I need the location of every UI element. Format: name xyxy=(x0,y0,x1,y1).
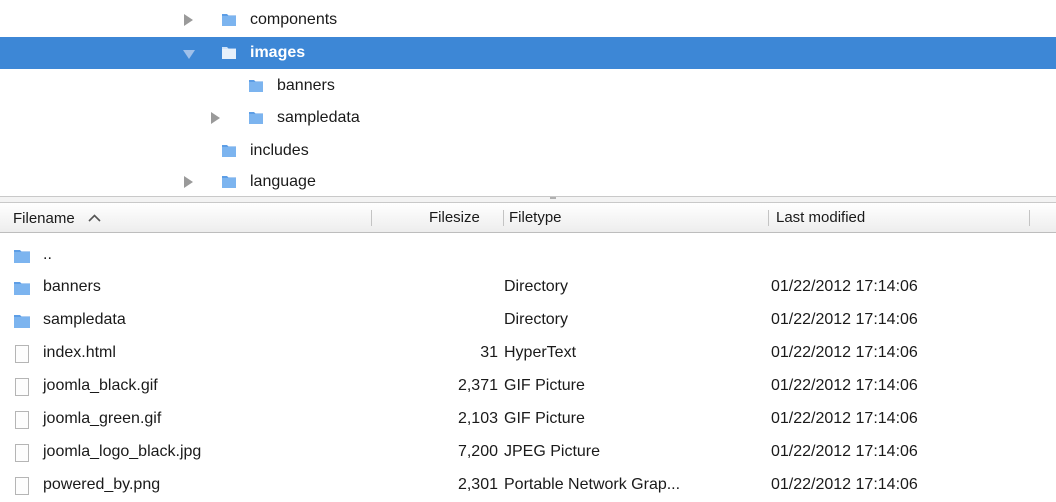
file-row[interactable]: joomla_green.gif 2,103 GIF Picture 01/22… xyxy=(0,403,1056,436)
file-type: JPEG Picture xyxy=(504,443,601,460)
collapse-arrow-icon[interactable] xyxy=(183,50,195,59)
file-size: 2,371 xyxy=(457,377,498,394)
column-divider[interactable] xyxy=(768,210,769,226)
tree-item-label: includes xyxy=(250,142,309,159)
folder-icon xyxy=(221,45,237,60)
splitter-grip-icon[interactable] xyxy=(550,197,556,199)
file-last-modified: 01/22/2012 17:14:06 xyxy=(771,377,918,394)
file-row[interactable]: sampledata Directory 01/22/2012 17:14:06 xyxy=(0,304,1056,337)
file-icon xyxy=(13,378,31,396)
file-icon xyxy=(13,477,31,495)
file-icon xyxy=(13,411,31,429)
file-name: .. xyxy=(43,246,52,263)
tree-item-label: banners xyxy=(277,77,335,94)
file-last-modified: 01/22/2012 17:14:06 xyxy=(771,410,918,427)
file-icon xyxy=(13,444,31,462)
file-size: 7,200 xyxy=(457,443,498,460)
file-size: 2,301 xyxy=(457,476,498,493)
folder-icon xyxy=(221,174,237,189)
file-name: index.html xyxy=(43,344,116,361)
tree-item-includes[interactable]: includes xyxy=(0,135,1056,167)
file-type: Portable Network Grap... xyxy=(504,476,681,493)
folder-icon xyxy=(221,12,237,27)
file-last-modified: 01/22/2012 17:14:06 xyxy=(771,311,918,328)
tree-item-banners[interactable]: banners xyxy=(0,70,1056,102)
file-last-modified: 01/22/2012 17:14:06 xyxy=(771,278,918,295)
file-type: Directory xyxy=(504,311,569,328)
pane-splitter[interactable] xyxy=(0,196,1056,203)
folder-icon xyxy=(13,279,31,297)
file-type: HyperText xyxy=(504,344,577,361)
file-size: 31 xyxy=(480,344,498,361)
file-row[interactable]: index.html 31 HyperText 01/22/2012 17:14… xyxy=(0,337,1056,370)
column-divider[interactable] xyxy=(503,210,504,226)
file-icon xyxy=(13,345,31,363)
file-type: GIF Picture xyxy=(504,410,585,427)
expand-arrow-icon[interactable] xyxy=(211,112,220,124)
file-type: GIF Picture xyxy=(504,377,585,394)
expand-arrow-icon[interactable] xyxy=(184,14,193,26)
tree-item-components[interactable]: components xyxy=(0,4,1056,36)
folder-icon xyxy=(13,247,31,265)
folder-icon xyxy=(221,143,237,158)
folder-icon xyxy=(248,78,264,93)
tree-item-label: components xyxy=(250,11,338,28)
file-row[interactable]: joomla_black.gif 2,371 GIF Picture 01/22… xyxy=(0,370,1056,403)
file-last-modified: 01/22/2012 17:14:06 xyxy=(771,476,918,493)
tree-item-label: language xyxy=(250,173,316,190)
directory-tree[interactable]: components images banners sampledata inc… xyxy=(0,0,1056,196)
file-last-modified: 01/22/2012 17:14:06 xyxy=(771,443,918,460)
column-header-filesize[interactable]: Filesize xyxy=(429,209,480,227)
file-name: joomla_black.gif xyxy=(43,377,158,394)
file-size: 2,103 xyxy=(457,410,498,427)
file-row[interactable]: joomla_logo_black.jpg 7,200 JPEG Picture… xyxy=(0,436,1056,469)
column-header-label: Filename xyxy=(13,210,75,227)
file-name: sampledata xyxy=(43,311,126,328)
expand-arrow-icon[interactable] xyxy=(184,176,193,188)
tree-item-label: sampledata xyxy=(277,109,360,126)
file-last-modified: 01/22/2012 17:14:06 xyxy=(771,344,918,361)
folder-icon xyxy=(248,110,264,125)
column-divider[interactable] xyxy=(1029,210,1030,226)
tree-item-label: images xyxy=(250,44,306,61)
file-name: banners xyxy=(43,278,101,295)
tree-item-sampledata[interactable]: sampledata xyxy=(0,102,1056,134)
chevron-up-icon xyxy=(88,209,101,227)
file-row[interactable]: powered_by.png 2,301 Portable Network Gr… xyxy=(0,469,1056,502)
file-row[interactable]: banners Directory 01/22/2012 17:14:06 xyxy=(0,271,1056,304)
file-list[interactable]: .. banners Directory 01/22/2012 17:14:06… xyxy=(0,233,1056,501)
file-row-parent[interactable]: .. xyxy=(0,239,1056,272)
file-name: powered_by.png xyxy=(43,476,161,493)
column-header-filetype[interactable]: Filetype xyxy=(509,209,562,227)
file-list-header: Filename Filesize Filetype Last modified xyxy=(0,203,1056,233)
folder-icon xyxy=(13,312,31,330)
tree-item-images[interactable]: images xyxy=(0,37,1056,69)
file-name: joomla_green.gif xyxy=(43,410,162,427)
file-type: Directory xyxy=(504,278,569,295)
column-divider[interactable] xyxy=(371,210,372,226)
column-header-last-modified[interactable]: Last modified xyxy=(776,209,865,227)
file-name: joomla_logo_black.jpg xyxy=(43,443,202,460)
column-header-filename[interactable]: Filename xyxy=(13,209,101,228)
tree-item-language[interactable]: language xyxy=(0,166,1056,198)
